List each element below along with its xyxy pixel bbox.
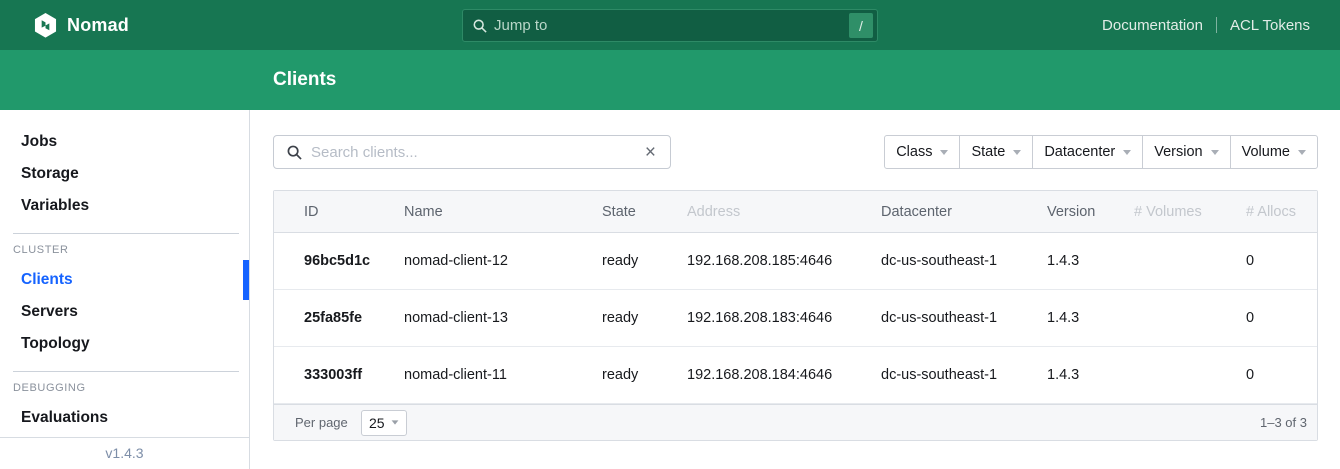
documentation-link[interactable]: Documentation [1102, 17, 1203, 34]
page-header: Clients [0, 50, 1340, 110]
version-label: v1.4.3 [0, 437, 249, 469]
client-allocs: 0 [1246, 310, 1317, 326]
column-header-volumes: # Volumes [1134, 204, 1246, 220]
filter-label: State [971, 144, 1005, 160]
client-state: ready [602, 367, 687, 383]
sidebar-item-storage[interactable]: Storage [0, 158, 249, 190]
chevron-down-icon [1123, 150, 1131, 155]
search-clients-box[interactable]: × [273, 135, 671, 169]
filter-datacenter-button[interactable]: Datacenter [1032, 135, 1143, 169]
client-state: ready [602, 310, 687, 326]
sidebar-divider [13, 371, 239, 372]
client-id: 25fa85fe [274, 310, 404, 326]
sidebar-item-evaluations[interactable]: Evaluations [0, 402, 249, 434]
table-header: ID Name State Address Datacenter Version… [274, 191, 1317, 233]
search-icon [473, 19, 487, 33]
nomad-logo[interactable]: Nomad [34, 13, 129, 38]
column-header-state[interactable]: State [602, 204, 687, 220]
search-clients-input[interactable] [311, 144, 644, 161]
sidebar-item-clients[interactable]: Clients [0, 264, 249, 296]
client-version: 1.4.3 [1047, 253, 1134, 269]
chevron-down-icon [1013, 150, 1021, 155]
column-header-version[interactable]: Version [1047, 204, 1134, 220]
per-page-select[interactable]: 25 [361, 410, 407, 436]
jump-to-input[interactable] [494, 17, 849, 34]
nomad-cube-icon [34, 13, 57, 38]
column-header-allocs: # Allocs [1246, 204, 1317, 220]
sidebar-item-jobs[interactable]: Jobs [0, 126, 249, 158]
pagination-range: 1–3 of 3 [1260, 415, 1307, 430]
filter-volume-button[interactable]: Volume [1230, 135, 1318, 169]
client-address: 192.168.208.183:4646 [687, 310, 881, 326]
per-page-label: Per page [295, 415, 348, 430]
filter-label: Volume [1242, 144, 1290, 160]
clear-search-icon[interactable]: × [644, 143, 657, 162]
nomad-ui: Nomad / Documentation ACL Tokens Clients… [0, 0, 1340, 469]
top-navbar: Nomad / Documentation ACL Tokens [0, 0, 1340, 50]
table-row[interactable]: 25fa85fe nomad-client-13 ready 192.168.2… [274, 290, 1317, 347]
sidebar-item-servers[interactable]: Servers [0, 296, 249, 328]
column-header-name[interactable]: Name [404, 204, 602, 220]
chevron-down-icon [391, 420, 398, 424]
sidebar-divider [13, 233, 239, 234]
brand-name: Nomad [67, 15, 129, 36]
sidebar-section-cluster: CLUSTER [0, 242, 249, 258]
client-state: ready [602, 253, 687, 269]
chevron-down-icon [940, 150, 948, 155]
client-allocs: 0 [1246, 367, 1317, 383]
client-id: 333003ff [274, 367, 404, 383]
filter-version-button[interactable]: Version [1142, 135, 1230, 169]
column-header-address: Address [687, 204, 881, 220]
sidebar-item-variables[interactable]: Variables [0, 190, 249, 222]
table-row[interactable]: 96bc5d1c nomad-client-12 ready 192.168.2… [274, 233, 1317, 290]
content: Jobs Storage Variables CLUSTER Clients S… [0, 110, 1340, 469]
toolbar: × Class State Datacenter [273, 135, 1318, 169]
column-header-datacenter[interactable]: Datacenter [881, 204, 1047, 220]
navlink-separator [1216, 17, 1217, 33]
page-title: Clients [273, 69, 336, 91]
client-name: nomad-client-13 [404, 310, 602, 326]
client-datacenter: dc-us-southeast-1 [881, 367, 1047, 383]
jump-to-search[interactable]: / [462, 9, 878, 42]
topnav-links: Documentation ACL Tokens [1102, 17, 1310, 34]
chevron-down-icon [1211, 150, 1219, 155]
client-id: 96bc5d1c [274, 253, 404, 269]
sidebar-item-topology[interactable]: Topology [0, 328, 249, 360]
filter-state-button[interactable]: State [959, 135, 1033, 169]
main-panel: × Class State Datacenter [250, 110, 1340, 469]
sidebar: Jobs Storage Variables CLUSTER Clients S… [0, 110, 250, 469]
client-datacenter: dc-us-southeast-1 [881, 310, 1047, 326]
chevron-down-icon [1298, 150, 1306, 155]
table-footer: Per page 25 1–3 of 3 [274, 404, 1317, 440]
clients-table: ID Name State Address Datacenter Version… [273, 190, 1318, 441]
sidebar-section-debugging: DEBUGGING [0, 380, 249, 396]
client-name: nomad-client-11 [404, 367, 602, 383]
client-allocs: 0 [1246, 253, 1317, 269]
client-version: 1.4.3 [1047, 367, 1134, 383]
acl-tokens-link[interactable]: ACL Tokens [1230, 17, 1310, 34]
column-header-id[interactable]: ID [274, 204, 404, 220]
client-datacenter: dc-us-southeast-1 [881, 253, 1047, 269]
search-icon [287, 145, 302, 160]
per-page-value: 25 [369, 415, 385, 431]
filter-label: Datacenter [1044, 144, 1115, 160]
slash-shortcut-badge: / [849, 13, 873, 38]
filter-class-button[interactable]: Class [884, 135, 960, 169]
client-address: 192.168.208.185:4646 [687, 253, 881, 269]
filter-group: Class State Datacenter Version [884, 135, 1318, 169]
filter-label: Version [1154, 144, 1202, 160]
client-address: 192.168.208.184:4646 [687, 367, 881, 383]
filter-label: Class [896, 144, 932, 160]
table-row[interactable]: 333003ff nomad-client-11 ready 192.168.2… [274, 347, 1317, 404]
client-name: nomad-client-12 [404, 253, 602, 269]
client-version: 1.4.3 [1047, 310, 1134, 326]
